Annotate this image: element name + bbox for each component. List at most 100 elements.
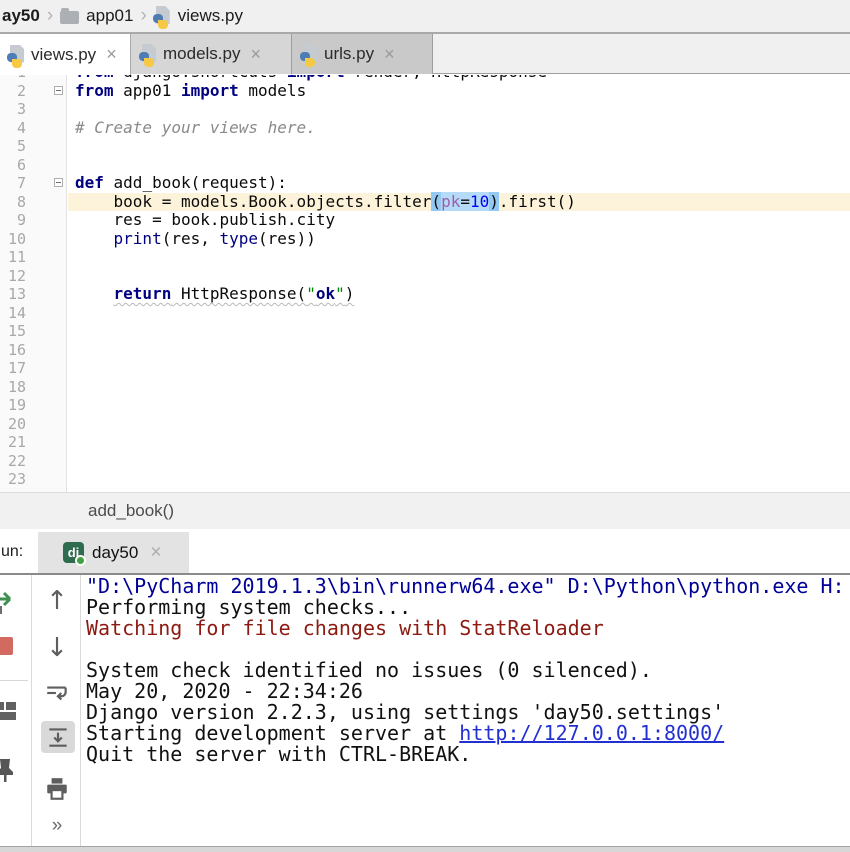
code-text [68, 378, 850, 397]
console-line: Starting development server at http://12… [86, 723, 850, 744]
python-file-icon [140, 44, 157, 64]
code-text: return HttpResponse("ok") [68, 285, 850, 304]
toolbar-divider [0, 680, 28, 681]
close-icon[interactable]: × [106, 44, 117, 65]
run-tab-day50[interactable]: dj day50 × [38, 532, 189, 573]
run-toolbar-right: ↑ ↓ » [33, 575, 81, 846]
line-number: 10 [0, 230, 26, 249]
code-line: 3 [0, 100, 850, 119]
soft-wrap-icon[interactable] [41, 679, 73, 707]
code-text: print(res, type(res)) [68, 230, 850, 249]
scroll-to-end-icon[interactable] [41, 721, 75, 753]
code-line: 15 [0, 322, 850, 341]
tab-label: models.py [163, 44, 240, 64]
line-number: 15 [0, 322, 26, 341]
line-number: 5 [0, 137, 26, 156]
code-text [68, 156, 850, 175]
line-number: 21 [0, 433, 26, 452]
python-file-icon [8, 45, 25, 65]
code-line: 22 [0, 452, 850, 471]
code-line: 12 [0, 267, 850, 286]
code-line: 23 [0, 470, 850, 489]
tab-label: urls.py [324, 44, 374, 64]
code-line: 7 def add_book(request): [0, 174, 850, 193]
pycharm-window: ay50 › app01 › views.py views.py×models.… [0, 0, 850, 852]
console-line: Watching for file changes with StatReloa… [86, 618, 850, 639]
fold-marker-icon[interactable] [54, 86, 63, 95]
code-line: 6 [0, 156, 850, 175]
code-line: 4# Create your views here. [0, 119, 850, 138]
tab-urls.py[interactable]: urls.py × [292, 34, 433, 74]
code-line: 16 [0, 341, 850, 360]
python-file-icon [154, 6, 171, 26]
line-number: 2 [0, 82, 26, 101]
rerun-icon[interactable] [0, 590, 19, 616]
console-line: System check identified no issues (0 sil… [86, 660, 850, 681]
close-icon[interactable]: × [250, 44, 261, 65]
console-line: Django version 2.2.3, using settings 'da… [86, 702, 850, 723]
line-number: 9 [0, 211, 26, 230]
pin-icon[interactable] [0, 757, 19, 783]
print-icon[interactable] [41, 775, 73, 803]
console-output[interactable]: "D:\PyCharm 2019.1.3\bin\runnerw64.exe" … [86, 576, 850, 765]
code-text [68, 100, 850, 119]
code-text [68, 248, 850, 267]
scroll-down-icon[interactable]: ↓ [41, 634, 73, 662]
code-text [68, 359, 850, 378]
code-line: 10 print(res, type(res)) [0, 230, 850, 249]
code-text [68, 267, 850, 286]
code-line: 11 [0, 248, 850, 267]
code-text: from app01 import models [68, 82, 850, 101]
line-number: 23 [0, 470, 26, 489]
scope-breadcrumb-bar: add_book() [0, 492, 850, 529]
run-panel-header: un: dj day50 × [0, 529, 850, 575]
code-text [68, 415, 850, 434]
code-line: 19 [0, 396, 850, 415]
run-console: ↑ ↓ » "D:\PyCharm 2019.1.3\bin\runnerw64… [0, 575, 850, 846]
code-text [68, 452, 850, 471]
code-text [68, 470, 850, 489]
code-text [68, 341, 850, 360]
code-line: 5 [0, 137, 850, 156]
status-bar [0, 846, 850, 852]
code-text [68, 304, 850, 323]
run-panel-label: un: [1, 543, 23, 561]
breadcrumb-file[interactable]: views.py [178, 6, 243, 26]
close-icon[interactable]: × [150, 542, 161, 564]
code-line: 17 [0, 359, 850, 378]
console-line: Performing system checks... [86, 597, 850, 618]
line-number: 17 [0, 359, 26, 378]
fold-marker-icon[interactable] [54, 178, 63, 187]
chevron-right-icon: › [47, 6, 53, 25]
restore-layout-icon[interactable] [0, 699, 19, 723]
line-number: 8 [0, 193, 26, 212]
line-number: 19 [0, 396, 26, 415]
line-number: 7 [0, 174, 26, 193]
console-line: Quit the server with CTRL-BREAK. [86, 744, 850, 765]
close-icon[interactable]: × [384, 44, 395, 65]
line-number: 14 [0, 304, 26, 323]
scope-breadcrumb-item[interactable]: add_book() [88, 501, 174, 521]
console-line [86, 639, 850, 660]
code-editor[interactable]: 1from django.shortcuts import render, Ht… [0, 75, 850, 492]
run-toolbar-left [0, 575, 32, 846]
code-lines: 1from django.shortcuts import render, Ht… [0, 75, 850, 492]
code-line: 8 book = models.Book.objects.filter(pk=1… [0, 193, 850, 212]
breadcrumb-package[interactable]: app01 [86, 6, 133, 26]
run-tab-label: day50 [92, 543, 138, 563]
tab-models.py[interactable]: models.py × [131, 34, 292, 74]
folder-icon [60, 11, 79, 24]
server-url-link[interactable]: http://127.0.0.1:8000/ [459, 721, 724, 745]
line-number: 6 [0, 156, 26, 175]
more-icon[interactable]: » [41, 815, 73, 837]
breadcrumb-project[interactable]: ay50 [2, 6, 40, 26]
code-text: # Create your views here. [68, 119, 850, 138]
scroll-up-icon[interactable]: ↑ [41, 587, 73, 615]
code-text [68, 322, 850, 341]
stop-icon[interactable] [0, 636, 16, 656]
code-text: def add_book(request): [68, 174, 850, 193]
tab-views.py[interactable]: views.py× [0, 34, 131, 75]
code-text: res = book.publish.city [68, 211, 850, 230]
line-number: 22 [0, 452, 26, 471]
django-run-config-icon: dj [63, 542, 84, 563]
